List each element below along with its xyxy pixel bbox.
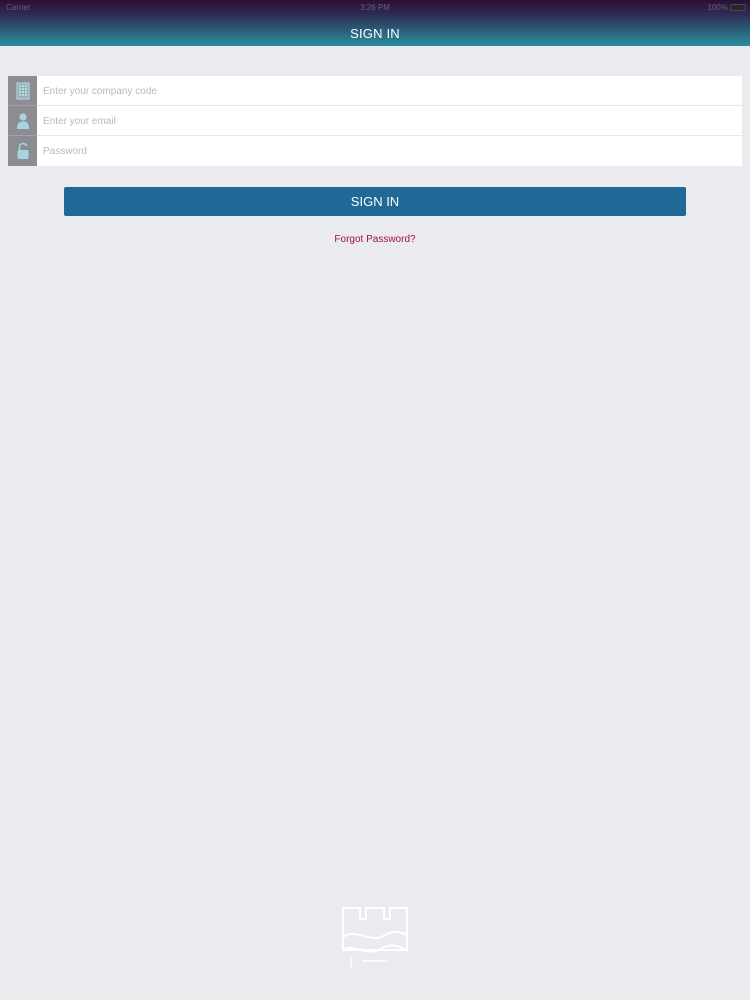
battery-percent: 100% [707,3,728,12]
email-input[interactable] [37,106,742,136]
company-code-input[interactable] [37,76,742,106]
status-time: 3:26 PM [360,3,390,12]
brand-logo-icon [340,905,410,975]
company-code-row [8,76,742,106]
lock-icon [8,136,37,166]
email-row [8,106,742,136]
page-title: SIGN IN [350,26,400,41]
signin-button[interactable]: SIGN IN [64,187,686,216]
password-input[interactable] [37,136,742,166]
building-icon [8,76,37,106]
password-row [8,136,742,166]
navigation-bar: Carrier 3:26 PM 100% SIGN IN [0,0,750,46]
status-bar: Carrier 3:26 PM 100% [0,0,750,16]
signin-form [8,76,742,166]
forgot-password-link[interactable]: Forgot Password? [0,234,750,245]
battery-icon [730,4,746,11]
user-icon [8,106,37,136]
